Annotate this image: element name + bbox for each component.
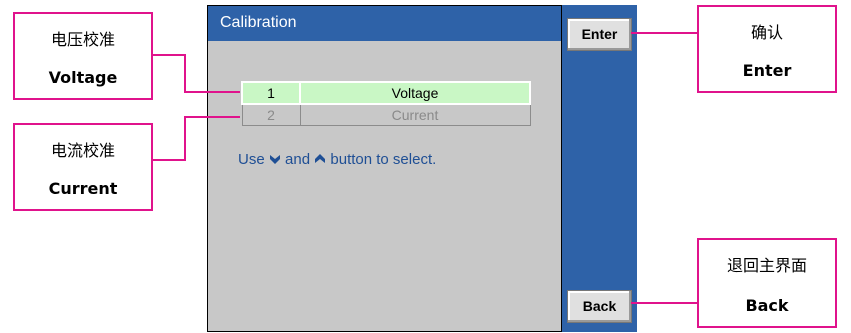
callout-current: 电流校准 Current xyxy=(13,123,153,211)
callout-back: 退回主界面 Back xyxy=(697,238,837,328)
callout-enter: 确认 Enter xyxy=(697,5,837,93)
callout-voltage: 电压校准 Voltage xyxy=(13,12,153,100)
